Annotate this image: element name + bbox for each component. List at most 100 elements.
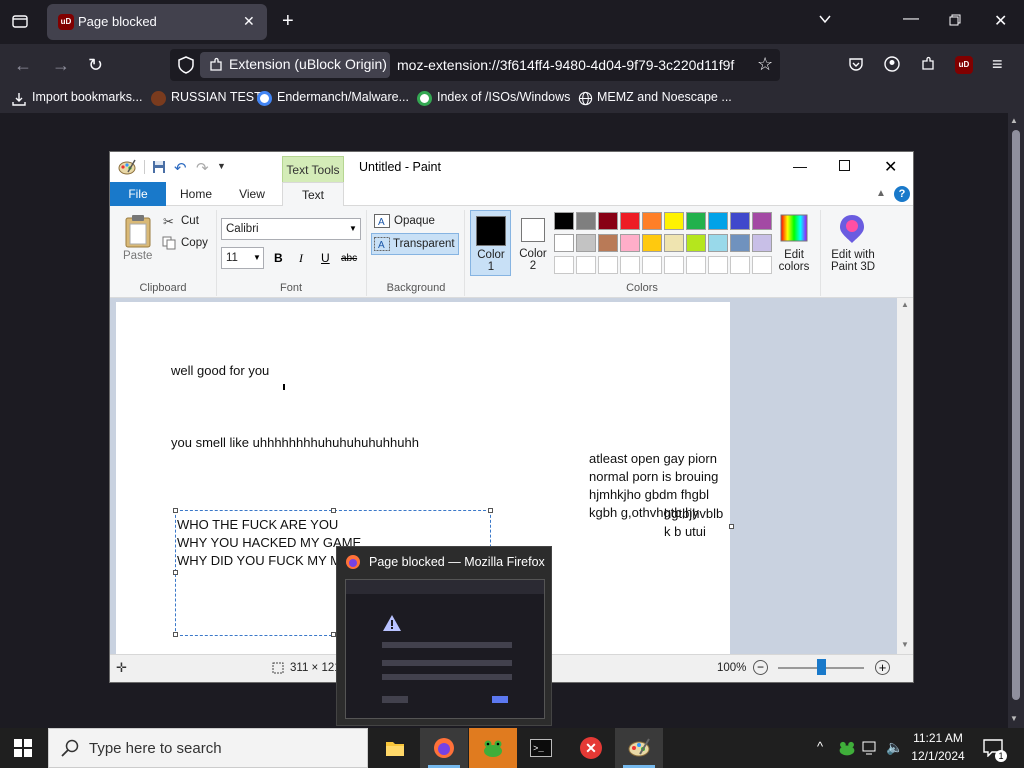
scroll-up-arrow-icon[interactable]: ▲: [901, 300, 909, 309]
edit-colors-button[interactable]: Edit colors: [772, 249, 816, 273]
tab-view[interactable]: View: [228, 182, 276, 206]
color1-button[interactable]: Color 1: [470, 210, 511, 276]
custom-color-slot[interactable]: [752, 256, 772, 274]
scroll-down-arrow-icon[interactable]: ▼: [901, 640, 909, 649]
font-size-select[interactable]: 11 ▼: [221, 247, 264, 269]
taskbar-thumbnail-popup[interactable]: Page blocked — Mozilla Firefox: [336, 546, 552, 726]
palette-color-swatch[interactable]: [708, 212, 728, 230]
bookmark-isos[interactable]: Index of /ISOs/Windows: [437, 90, 570, 104]
clock-time[interactable]: 11:21 AM: [903, 731, 973, 745]
bookmark-import[interactable]: Import bookmarks...: [32, 90, 142, 104]
palette-color-swatch[interactable]: [576, 212, 596, 230]
palette-color-swatch[interactable]: [730, 212, 750, 230]
tab-home[interactable]: Home: [172, 182, 220, 206]
palette-color-swatch[interactable]: [686, 212, 706, 230]
restore-icon[interactable]: [949, 14, 961, 26]
color-spectrum-icon[interactable]: [780, 214, 808, 242]
new-tab-icon[interactable]: +: [282, 10, 294, 33]
menu-hamburger-icon[interactable]: ≡: [992, 54, 1003, 75]
scroll-down-arrow-icon[interactable]: ▼: [1010, 714, 1018, 723]
taskbar-terminal[interactable]: >_: [517, 728, 565, 768]
taskbar-frog-app[interactable]: [469, 728, 517, 768]
font-family-select[interactable]: Calibri ▼: [221, 218, 361, 240]
windows-start-icon[interactable]: [14, 739, 32, 757]
zoom-out-button[interactable]: −: [753, 660, 768, 675]
tab-text[interactable]: Text: [282, 182, 344, 206]
taskbar-file-explorer[interactable]: [371, 728, 419, 768]
palette-color-swatch[interactable]: [752, 212, 772, 230]
palette-color-swatch[interactable]: [620, 234, 640, 252]
paint-app-icon[interactable]: [118, 158, 136, 176]
tray-overflow-icon[interactable]: ^: [817, 739, 823, 754]
list-all-tabs-icon[interactable]: [818, 12, 832, 26]
palette-color-swatch[interactable]: [598, 212, 618, 230]
clock-date[interactable]: 12/1/2024: [903, 749, 973, 763]
custom-color-slot[interactable]: [620, 256, 640, 274]
opaque-icon[interactable]: A: [374, 214, 390, 228]
back-icon[interactable]: ←: [14, 55, 32, 76]
zoom-slider-thumb[interactable]: [817, 659, 826, 675]
forward-icon[interactable]: →: [52, 55, 70, 76]
opaque-button[interactable]: Opaque: [394, 215, 435, 227]
palette-color-swatch[interactable]: [576, 234, 596, 252]
paste-icon[interactable]: [124, 214, 152, 248]
zoom-in-button[interactable]: +: [875, 660, 890, 675]
selection-handle[interactable]: [173, 632, 178, 637]
taskbar-firefox[interactable]: [420, 728, 468, 768]
paste-button[interactable]: Paste: [123, 250, 152, 262]
extensions-icon[interactable]: [920, 56, 936, 72]
italic-button[interactable]: I: [299, 251, 303, 266]
palette-color-swatch[interactable]: [620, 212, 640, 230]
selection-handle[interactable]: [173, 570, 178, 575]
palette-color-swatch[interactable]: [642, 212, 662, 230]
color2-button[interactable]: Color 2: [513, 210, 553, 276]
close-window-icon[interactable]: ✕: [994, 11, 1007, 31]
customize-qat-icon[interactable]: ▼: [217, 161, 226, 171]
pocket-icon[interactable]: [848, 56, 864, 72]
palette-color-swatch[interactable]: [664, 234, 684, 252]
custom-color-slot[interactable]: [664, 256, 684, 274]
custom-color-slot[interactable]: [730, 256, 750, 274]
bookmark-endermanch[interactable]: Endermanch/Malware...: [277, 90, 409, 104]
custom-color-slot[interactable]: [642, 256, 662, 274]
palette-color-swatch[interactable]: [642, 234, 662, 252]
custom-color-slot[interactable]: [598, 256, 618, 274]
tab-list-icon[interactable]: [12, 13, 28, 29]
extension-identity-chip[interactable]: Extension (uBlock Origin): [200, 52, 390, 78]
selection-handle[interactable]: [173, 508, 178, 513]
paint-maximize-icon[interactable]: [839, 160, 850, 171]
minimize-icon[interactable]: —: [903, 10, 919, 28]
save-icon[interactable]: [152, 160, 166, 174]
custom-color-slot[interactable]: [554, 256, 574, 274]
browser-tab[interactable]: uD Page blocked ✕: [47, 4, 267, 40]
strikethrough-button[interactable]: abc: [341, 253, 357, 264]
tab-close-icon[interactable]: ✕: [243, 13, 255, 30]
copy-button[interactable]: Copy: [181, 237, 208, 249]
palette-color-swatch[interactable]: [730, 234, 750, 252]
palette-color-swatch[interactable]: [554, 234, 574, 252]
canvas-vertical-scrollbar[interactable]: ▲ ▼: [897, 298, 913, 654]
cut-button[interactable]: Cut: [181, 215, 199, 227]
taskbar-search-box[interactable]: Type here to search: [48, 728, 368, 768]
tray-frog-icon[interactable]: [838, 739, 856, 757]
scroll-up-arrow-icon[interactable]: ▲: [1010, 116, 1018, 125]
underline-button[interactable]: U: [321, 251, 330, 265]
tab-file[interactable]: File: [110, 182, 166, 206]
undo-icon[interactable]: ↶: [174, 159, 187, 177]
selection-handle[interactable]: [331, 508, 336, 513]
bold-button[interactable]: B: [274, 251, 283, 265]
collapse-ribbon-icon[interactable]: ▲: [876, 188, 886, 199]
taskbar-red-x-app[interactable]: ✕: [566, 728, 614, 768]
taskbar-paint[interactable]: [615, 728, 663, 768]
custom-color-slot[interactable]: [708, 256, 728, 274]
help-icon[interactable]: ?: [894, 186, 910, 202]
ublock-origin-icon[interactable]: uD: [955, 56, 973, 74]
palette-color-swatch[interactable]: [664, 212, 684, 230]
copy-icon[interactable]: [162, 236, 176, 250]
cut-icon[interactable]: ✂: [163, 214, 174, 230]
page-scrollbar-thumb[interactable]: [1012, 130, 1020, 700]
url-text[interactable]: moz-extension://3f614ff4-9480-4d04-9f79-…: [397, 57, 747, 73]
paint3d-icon[interactable]: [839, 214, 865, 244]
palette-color-swatch[interactable]: [686, 234, 706, 252]
selection-handle[interactable]: [488, 508, 493, 513]
